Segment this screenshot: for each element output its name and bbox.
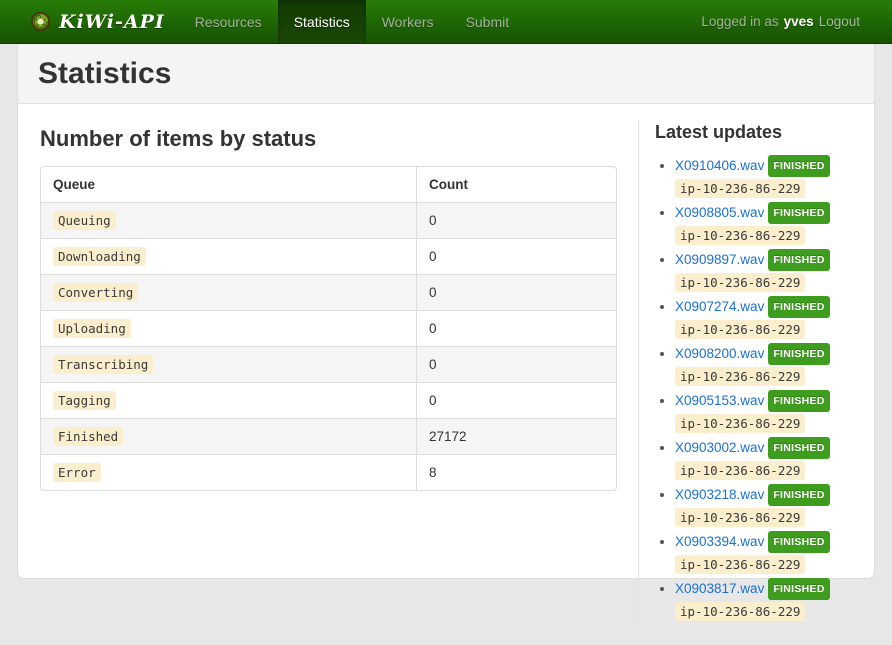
status-table-body: Queuing 0 Downloading 0 Converting 0 Upl… [41,202,616,490]
queue-count: 0 [416,346,616,382]
session-info: Logged in as yves Logout [701,0,892,43]
update-item: X0905153.wav FINISHED ip-10-236-86-229 [675,390,854,433]
nav-item-workers[interactable]: Workers [366,0,450,43]
update-host: ip-10-236-86-229 [675,320,805,339]
logged-in-label: Logged in as [701,14,778,29]
update-host: ip-10-236-86-229 [675,179,805,198]
queue-name: Tagging [53,391,116,410]
table-row: Transcribing 0 [41,346,616,382]
status-badge: FINISHED [768,390,829,412]
queue-count: 0 [416,274,616,310]
update-file-link[interactable]: X0903218.wav [675,487,764,502]
table-row: Downloading 0 [41,238,616,274]
queue-name: Transcribing [53,355,153,374]
update-item: X0903394.wav FINISHED ip-10-236-86-229 [675,531,854,574]
status-badge: FINISHED [768,578,829,600]
update-file-link[interactable]: X0909897.wav [675,252,764,267]
queue-count: 8 [416,454,616,490]
queue-name: Uploading [53,319,131,338]
update-item: X0910406.wav FINISHED ip-10-236-86-229 [675,155,854,198]
table-row: Tagging 0 [41,382,616,418]
update-host: ip-10-236-86-229 [675,414,805,433]
sidebar-title: Latest updates [655,122,854,143]
update-file-link[interactable]: X0907274.wav [675,299,764,314]
status-badge: FINISHED [768,249,829,271]
navbar: KiWi-API Resources Statistics Workers Su… [0,0,892,44]
table-row: Finished 27172 [41,418,616,454]
update-host: ip-10-236-86-229 [675,508,805,527]
brand-link[interactable]: KiWi-API [0,0,179,43]
status-badge: FINISHED [768,437,829,459]
updates-list: X0910406.wav FINISHED ip-10-236-86-229 X0… [655,155,854,621]
queue-count: 0 [416,382,616,418]
status-badge: FINISHED [768,531,829,553]
brand-text: KiWi-API [59,11,165,33]
update-file-link[interactable]: X0905153.wav [675,393,764,408]
queue-name: Error [53,463,101,482]
update-item: X0903817.wav FINISHED ip-10-236-86-229 [675,578,854,621]
update-host: ip-10-236-86-229 [675,602,805,621]
table-row: Uploading 0 [41,310,616,346]
queue-count: 0 [416,238,616,274]
update-item: X0908805.wav FINISHED ip-10-236-86-229 [675,202,854,245]
status-table: Queue Count Queuing 0 Downloading 0 Conv… [40,166,617,491]
update-file-link[interactable]: X0908805.wav [675,205,764,220]
update-item: X0903002.wav FINISHED ip-10-236-86-229 [675,437,854,480]
queue-count: 0 [416,310,616,346]
nav-item-resources[interactable]: Resources [179,0,278,43]
update-file-link[interactable]: X0903002.wav [675,440,764,455]
update-host: ip-10-236-86-229 [675,555,805,574]
nav-menu: Resources Statistics Workers Submit [179,0,525,43]
update-item: X0903218.wav FINISHED ip-10-236-86-229 [675,484,854,527]
update-host: ip-10-236-86-229 [675,273,805,292]
update-file-link[interactable]: X0903394.wav [675,534,764,549]
queue-count: 27172 [416,418,616,454]
latest-updates-panel: Latest updates X0910406.wav FINISHED ip-1… [638,120,854,625]
main-container: Statistics Number of items by status Que… [18,44,874,578]
username: yves [784,14,814,29]
status-badge: FINISHED [768,296,829,318]
nav-item-submit[interactable]: Submit [450,0,526,43]
column-header-count: Count [416,167,616,202]
status-badge: FINISHED [768,343,829,365]
update-file-link[interactable]: X0910406.wav [675,158,764,173]
update-file-link[interactable]: X0903817.wav [675,581,764,596]
page-header: Statistics [18,44,874,104]
queue-name: Queuing [53,211,116,230]
nav-item-statistics[interactable]: Statistics [278,0,366,43]
column-header-queue: Queue [41,167,416,202]
update-item: X0908200.wav FINISHED ip-10-236-86-229 [675,343,854,386]
queue-count: 0 [416,202,616,238]
update-host: ip-10-236-86-229 [675,461,805,480]
table-row: Converting 0 [41,274,616,310]
page-title: Statistics [38,57,854,91]
update-item: X0909897.wav FINISHED ip-10-236-86-229 [675,249,854,292]
table-row: Error 8 [41,454,616,490]
update-host: ip-10-236-86-229 [675,367,805,386]
status-section: Number of items by status Queue Count Qu… [38,120,622,625]
section-title: Number of items by status [40,126,622,152]
table-row: Queuing 0 [41,202,616,238]
update-host: ip-10-236-86-229 [675,226,805,245]
update-item: X0907274.wav FINISHED ip-10-236-86-229 [675,296,854,339]
queue-name: Downloading [53,247,146,266]
logout-link[interactable]: Logout [819,14,860,29]
queue-name: Finished [53,427,123,446]
update-file-link[interactable]: X0908200.wav [675,346,764,361]
status-badge: FINISHED [768,484,829,506]
status-badge: FINISHED [768,202,829,224]
status-badge: FINISHED [768,155,829,177]
queue-name: Converting [53,283,138,302]
kiwi-logo-icon [30,11,51,32]
